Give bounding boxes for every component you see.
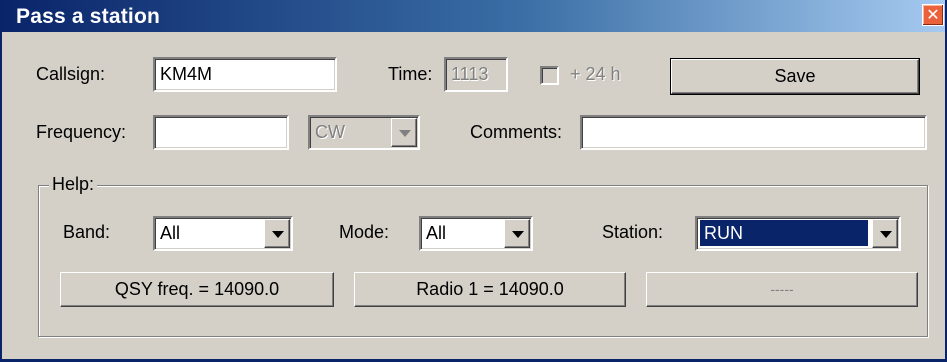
close-button[interactable]: ✕ [922, 4, 944, 26]
comments-label: Comments: [470, 122, 563, 142]
plus24-label: + 24 h [570, 64, 621, 84]
radio1-button[interactable]: Radio 1 = 14090.0 [354, 272, 626, 307]
help-mode-select-value: All [426, 223, 447, 243]
dialog-body: Callsign: KM4M Time: 1113 + 24 h Save Fr… [2, 32, 945, 359]
help-groupbox: Help: [38, 174, 928, 337]
callsign-label: Callsign: [36, 64, 106, 84]
time-value: 1113 [451, 64, 489, 84]
title-bar[interactable]: Pass a station ✕ [2, 0, 945, 32]
mode-select-value: CW [315, 122, 345, 142]
chevron-down-icon [391, 118, 417, 147]
help-mode-select[interactable]: All [419, 216, 533, 251]
help-group-label: Help: [49, 174, 98, 195]
station-select-value: RUN [699, 219, 869, 247]
save-button[interactable]: Save [670, 58, 920, 95]
close-icon: ✕ [926, 5, 940, 24]
chevron-down-icon[interactable] [504, 219, 530, 248]
callsign-value: KM4M [160, 64, 213, 84]
chevron-down-icon[interactable] [264, 219, 290, 248]
pass-station-dialog: Pass a station ✕ Callsign: KM4M Time: 11… [0, 0, 947, 362]
help-mode-label: Mode: [339, 222, 390, 242]
comments-input[interactable] [580, 115, 927, 150]
station-label: Station: [602, 222, 664, 242]
band-select[interactable]: All [153, 216, 293, 251]
station-select[interactable]: RUN [695, 216, 901, 251]
qsy-freq-button[interactable]: QSY freq. = 14090.0 [60, 272, 334, 307]
chevron-down-icon[interactable] [872, 219, 898, 248]
empty-slot-button: ----- [646, 272, 918, 307]
frequency-label: Frequency: [36, 122, 127, 142]
band-select-value: All [160, 223, 181, 243]
band-label: Band: [63, 222, 111, 242]
time-label: Time: [388, 64, 433, 84]
callsign-input[interactable]: KM4M [153, 57, 337, 92]
window-title: Pass a station [16, 5, 161, 28]
frequency-input[interactable] [153, 115, 289, 150]
mode-select: CW [308, 115, 420, 150]
plus24-checkbox [540, 66, 559, 85]
time-input: 1113 [444, 57, 508, 92]
